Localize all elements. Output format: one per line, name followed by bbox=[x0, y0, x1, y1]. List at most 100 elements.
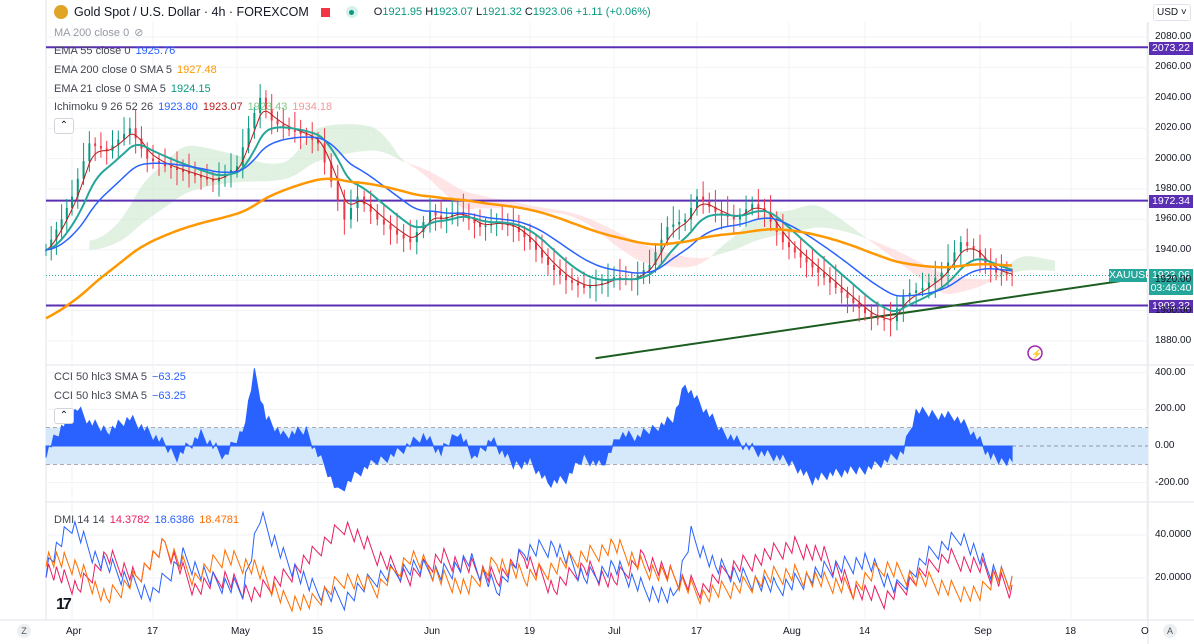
ichimoku-cloud bbox=[118, 218, 122, 242]
ichimoku-cloud bbox=[153, 170, 156, 216]
candle-body bbox=[336, 181, 339, 201]
legend-ma200[interactable]: MA 200 close 0 ⊘ bbox=[54, 26, 148, 39]
candle-body bbox=[299, 132, 302, 134]
candle-body bbox=[817, 267, 820, 273]
ichimoku-cloud bbox=[380, 132, 384, 153]
price-tick: 1960.00 bbox=[1155, 213, 1192, 225]
ichimoku-cloud bbox=[821, 206, 825, 228]
candle-body bbox=[170, 166, 172, 169]
candle-body bbox=[889, 320, 892, 322]
ichimoku-cloud bbox=[265, 163, 269, 182]
level-label-1: 2073.22 bbox=[1149, 42, 1193, 55]
candle-body bbox=[959, 242, 962, 253]
candle-body bbox=[757, 204, 760, 208]
ichimoku-cloud bbox=[545, 207, 548, 213]
currency-select[interactable]: USD ˅ bbox=[1153, 4, 1191, 21]
ichimoku-cloud bbox=[354, 124, 358, 153]
ichimoku-cloud bbox=[700, 257, 704, 264]
ichimoku-cloud bbox=[718, 246, 722, 255]
ohlc-values: O1921.95 H1923.07 L1921.32 C1923.06 +1.1… bbox=[373, 6, 651, 18]
candle-body bbox=[479, 223, 481, 227]
candle-body bbox=[799, 252, 802, 258]
ichimoku-cloud bbox=[884, 245, 888, 254]
ichimoku-cloud bbox=[416, 166, 421, 172]
chart-canvas[interactable]: ⚡ bbox=[0, 0, 1194, 644]
ichimoku-cloud bbox=[370, 126, 374, 151]
hidden-eye-icon[interactable]: ⊘ bbox=[134, 27, 143, 39]
ichimoku-cloud bbox=[283, 161, 287, 180]
flag-icon[interactable] bbox=[320, 7, 330, 17]
ichimoku-cloud bbox=[294, 150, 298, 176]
ichimoku-cloud bbox=[874, 241, 878, 247]
candle-body bbox=[846, 292, 849, 298]
legend-ema55[interactable]: EMA 55 close 0 1925.76 bbox=[54, 45, 180, 57]
price-tick: 1920.00 bbox=[1155, 274, 1192, 286]
ichimoku-cloud bbox=[724, 241, 728, 253]
collapse-cci-legend-button[interactable]: ⌃ bbox=[54, 408, 74, 424]
time-tick: Jul bbox=[608, 626, 621, 637]
price-tick: 1940.00 bbox=[1155, 243, 1192, 255]
dmi-tick: 20.0000 bbox=[1155, 572, 1192, 583]
ichimoku-cloud bbox=[856, 230, 860, 236]
legend-dmi[interactable]: DMI 14 14 14.3782 18.6386 18.4781 bbox=[54, 514, 244, 526]
ichimoku-cloud bbox=[973, 279, 977, 289]
time-tick: O bbox=[1141, 626, 1149, 637]
ichimoku-cloud bbox=[569, 212, 572, 217]
candle-body bbox=[402, 234, 405, 239]
candle-body bbox=[966, 242, 969, 246]
tradingview-logo[interactable]: 17 bbox=[56, 596, 72, 614]
ichimoku-cloud bbox=[679, 255, 683, 268]
ichimoku-cloud bbox=[694, 257, 697, 266]
ichimoku-cloud bbox=[563, 211, 566, 215]
ichimoku-cloud bbox=[575, 213, 578, 219]
symbol-title[interactable]: Gold Spot / U.S. Dollar · 4h · FOREXCOM bbox=[74, 5, 309, 19]
cci-tick: 200.00 bbox=[1155, 403, 1186, 415]
ichimoku-cloud bbox=[400, 157, 404, 162]
ichimoku-cloud bbox=[106, 230, 110, 247]
candle-body bbox=[429, 211, 431, 222]
time-tick: 15 bbox=[312, 626, 324, 637]
ichimoku-cloud bbox=[634, 240, 638, 260]
ichimoku-cloud bbox=[739, 228, 743, 248]
ichimoku-cloud bbox=[954, 276, 958, 294]
ichimoku-cloud bbox=[871, 240, 875, 245]
ichimoku-cloud bbox=[967, 278, 971, 291]
timezone-button[interactable]: Z bbox=[17, 624, 31, 638]
candle-body bbox=[793, 247, 796, 253]
ichimoku-cloud bbox=[1028, 256, 1031, 271]
ichimoku-cloud bbox=[581, 215, 584, 223]
symbol-tag: XAUUSD bbox=[1109, 269, 1153, 282]
legend-ema200[interactable]: EMA 200 close 0 SMA 5 1927.48 bbox=[54, 64, 222, 76]
dmi-tick: 40.0000 bbox=[1155, 529, 1192, 540]
candle-body bbox=[589, 286, 591, 288]
ichimoku-cloud bbox=[291, 153, 295, 177]
ichimoku-cloud bbox=[887, 246, 891, 257]
candle-body bbox=[152, 158, 154, 162]
candle-body bbox=[864, 308, 866, 314]
ichimoku-cloud bbox=[709, 255, 713, 258]
ichimoku-cloud bbox=[403, 160, 407, 164]
ichimoku-cloud bbox=[572, 213, 575, 218]
ichimoku-cloud bbox=[377, 129, 381, 152]
ichimoku-cloud bbox=[413, 164, 417, 170]
price-tick: 1880.00 bbox=[1155, 335, 1192, 346]
ichimoku-cloud bbox=[410, 163, 414, 168]
ichimoku-cloud bbox=[964, 278, 968, 292]
cci-tick: 0.00 bbox=[1155, 440, 1175, 451]
candle-body bbox=[788, 242, 790, 248]
ichimoku-cloud bbox=[1036, 257, 1039, 271]
legend-ichimoku[interactable]: Ichimoku 9 26 52 26 1923.80 1923.07 1923.43… bbox=[54, 101, 337, 113]
ichimoku-cloud bbox=[685, 256, 689, 268]
legend-cci-2[interactable]: CCI 50 hlc3 SMA 5 −63.25 bbox=[54, 390, 191, 402]
ichimoku-cloud bbox=[277, 163, 281, 181]
auto-scale-button[interactable]: A bbox=[1163, 624, 1177, 638]
collapse-legend-button[interactable]: ⌃ bbox=[54, 118, 74, 134]
legend-ema21[interactable]: EMA 21 close 0 SMA 5 1924.15 bbox=[54, 83, 216, 95]
legend-cci-1[interactable]: CCI 50 hlc3 SMA 5 −63.25 bbox=[54, 371, 191, 383]
ichimoku-cloud bbox=[1046, 259, 1050, 271]
ichimoku-cloud bbox=[853, 228, 857, 235]
ichimoku-cloud bbox=[347, 124, 351, 154]
ichimoku-cloud bbox=[868, 239, 872, 242]
market-open-icon bbox=[345, 6, 358, 18]
candle-body bbox=[484, 225, 487, 227]
